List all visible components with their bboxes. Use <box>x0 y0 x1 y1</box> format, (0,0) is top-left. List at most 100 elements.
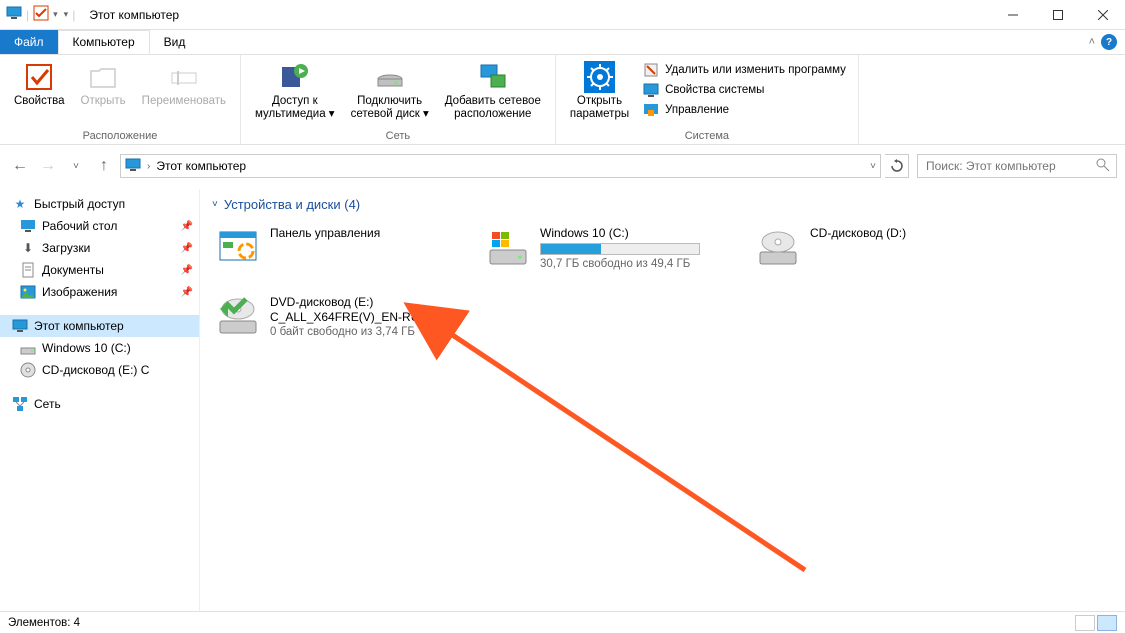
back-button[interactable]: ← <box>8 154 32 178</box>
pin-icon: 📌 <box>181 243 193 254</box>
monitor-icon <box>6 5 22 24</box>
chevron-down-icon: ˅ <box>212 199 218 210</box>
content-area: ★ Быстрый доступ Рабочий стол 📌 ⬇ Загруз… <box>0 189 1125 625</box>
device-name-line1: DVD-дисковод (E:) <box>270 295 435 310</box>
monitor-icon <box>125 157 141 176</box>
main-pane: ˅ Устройства и диски (4) Панель управлен… <box>200 189 1125 625</box>
group-network: Доступ к мультимедиа ▾ Подключить сетево… <box>241 55 556 144</box>
sidebar-item-quick-access[interactable]: ★ Быстрый доступ <box>0 193 199 215</box>
search-field[interactable] <box>917 154 1117 178</box>
documents-icon <box>20 262 36 278</box>
divider-icon: | <box>72 8 75 22</box>
up-button[interactable]: ↑ <box>92 154 116 178</box>
pictures-icon <box>20 284 36 300</box>
view-tiles-button[interactable] <box>1097 615 1117 631</box>
sidebar-item-documents[interactable]: Документы 📌 <box>0 259 199 281</box>
open-settings-button[interactable]: Открыть параметры <box>564 59 635 123</box>
address-dropdown-icon[interactable]: ˅ <box>870 161 876 172</box>
ribbon-collapse-icon[interactable]: ˄ <box>1089 36 1095 48</box>
system-properties-button[interactable]: Свойства системы <box>639 81 850 99</box>
pin-icon: 📌 <box>181 265 193 276</box>
refresh-button[interactable] <box>885 154 909 178</box>
sidebar-item-cd-e[interactable]: CD-дисковод (E:) C <box>0 359 199 381</box>
recent-dropdown-icon[interactable]: ˅ <box>64 154 88 178</box>
view-details-button[interactable] <box>1075 615 1095 631</box>
pin-icon: 📌 <box>181 287 193 298</box>
address-location: Этот компьютер <box>156 159 246 173</box>
search-input[interactable] <box>924 158 1096 174</box>
uninstall-icon <box>643 62 659 78</box>
device-dvd-e[interactable]: DVD-дисковод (E:) C_ALL_X64FRE(V)_EN-RU_… <box>212 291 472 343</box>
device-name-line2: C_ALL_X64FRE(V)_EN-RU_D <box>270 310 435 325</box>
status-count: Элементов: 4 <box>8 617 80 629</box>
disc-icon <box>20 362 36 378</box>
sidebar-item-pictures[interactable]: Изображения 📌 <box>0 281 199 303</box>
device-control-panel[interactable]: Панель управления <box>212 222 452 275</box>
sidebar-item-desktop[interactable]: Рабочий стол 📌 <box>0 215 199 237</box>
drive-windows-icon <box>486 226 530 270</box>
settings-gear-icon <box>583 61 615 93</box>
properties-check-icon[interactable] <box>33 5 49 24</box>
device-name: Windows 10 (C:) <box>540 226 700 241</box>
media-icon <box>279 61 311 93</box>
star-icon: ★ <box>12 196 28 212</box>
manage-button[interactable]: Управление <box>639 101 850 119</box>
rename-button[interactable]: Переименовать <box>136 59 232 110</box>
device-windows10-c[interactable]: Windows 10 (C:) 30,7 ГБ свободно из 49,4… <box>482 222 722 275</box>
manage-icon <box>643 102 659 118</box>
network-location-icon <box>477 61 509 93</box>
qat-customize-icon[interactable]: ▾ <box>64 9 69 20</box>
window-title: Этот компьютер <box>89 8 179 22</box>
sidebar-item-downloads[interactable]: ⬇ Загрузки 📌 <box>0 237 199 259</box>
downloads-icon: ⬇ <box>20 240 36 256</box>
network-icon <box>12 396 28 412</box>
system-props-icon <box>643 82 659 98</box>
minimize-button[interactable] <box>990 0 1035 30</box>
device-name: CD-дисковод (D:) <box>810 226 906 241</box>
uninstall-button[interactable]: Удалить или изменить программу <box>639 61 850 79</box>
ribbon-tabs: Файл Компьютер Вид ˄ ? <box>0 30 1125 55</box>
window-controls <box>990 0 1125 30</box>
control-panel-icon <box>216 226 260 270</box>
dropdown-icon[interactable]: ▾ <box>53 9 58 20</box>
maximize-button[interactable] <box>1035 0 1080 30</box>
tab-view[interactable]: Вид <box>150 30 200 54</box>
map-drive-button[interactable]: Подключить сетевой диск ▾ <box>345 59 435 123</box>
usage-bar <box>540 243 700 255</box>
sidebar-item-network[interactable]: Сеть <box>0 393 199 415</box>
chevron-right-icon[interactable]: › <box>147 161 150 172</box>
rename-icon <box>168 61 200 93</box>
open-icon <box>87 61 119 93</box>
forward-button[interactable]: → <box>36 154 60 178</box>
quick-access-toolbar: | ▾ ▾ | <box>0 5 81 24</box>
status-bar: Элементов: 4 <box>0 611 1125 633</box>
address-field[interactable]: › Этот компьютер ˅ <box>120 154 881 178</box>
group-label-system: Система <box>564 128 850 142</box>
monitor-icon <box>12 318 28 334</box>
devices-group-header[interactable]: ˅ Устройства и диски (4) <box>212 193 1113 222</box>
group-location: Свойства Открыть Переименовать Расположе… <box>0 55 241 144</box>
title-bar: | ▾ ▾ | Этот компьютер <box>0 0 1125 30</box>
add-network-button[interactable]: Добавить сетевое расположение <box>439 59 547 123</box>
ribbon: Свойства Открыть Переименовать Расположе… <box>0 55 1125 145</box>
help-icon[interactable]: ? <box>1101 34 1117 50</box>
tab-file[interactable]: Файл <box>0 30 58 54</box>
open-button[interactable]: Открыть <box>75 59 132 110</box>
properties-icon <box>23 61 55 93</box>
device-cd-d[interactable]: CD-дисковод (D:) <box>752 222 992 275</box>
address-bar: ← → ˅ ↑ › Этот компьютер ˅ <box>8 151 1117 181</box>
media-access-button[interactable]: Доступ к мультимедиа ▾ <box>249 59 341 123</box>
sidebar-item-this-pc[interactable]: Этот компьютер <box>0 315 199 337</box>
desktop-icon <box>20 218 36 234</box>
pin-icon: 📌 <box>181 221 193 232</box>
properties-button[interactable]: Свойства <box>8 59 71 110</box>
nav-tree: ★ Быстрый доступ Рабочий стол 📌 ⬇ Загруз… <box>0 189 200 625</box>
close-button[interactable] <box>1080 0 1125 30</box>
group-label-network: Сеть <box>249 128 547 142</box>
tab-computer[interactable]: Компьютер <box>58 30 150 54</box>
device-subtext: 30,7 ГБ свободно из 49,4 ГБ <box>540 257 700 271</box>
search-icon[interactable] <box>1096 158 1110 175</box>
divider-icon: | <box>26 8 29 22</box>
group-system: Открыть параметры Удалить или изменить п… <box>556 55 859 144</box>
sidebar-item-windows10-c[interactable]: Windows 10 (C:) <box>0 337 199 359</box>
